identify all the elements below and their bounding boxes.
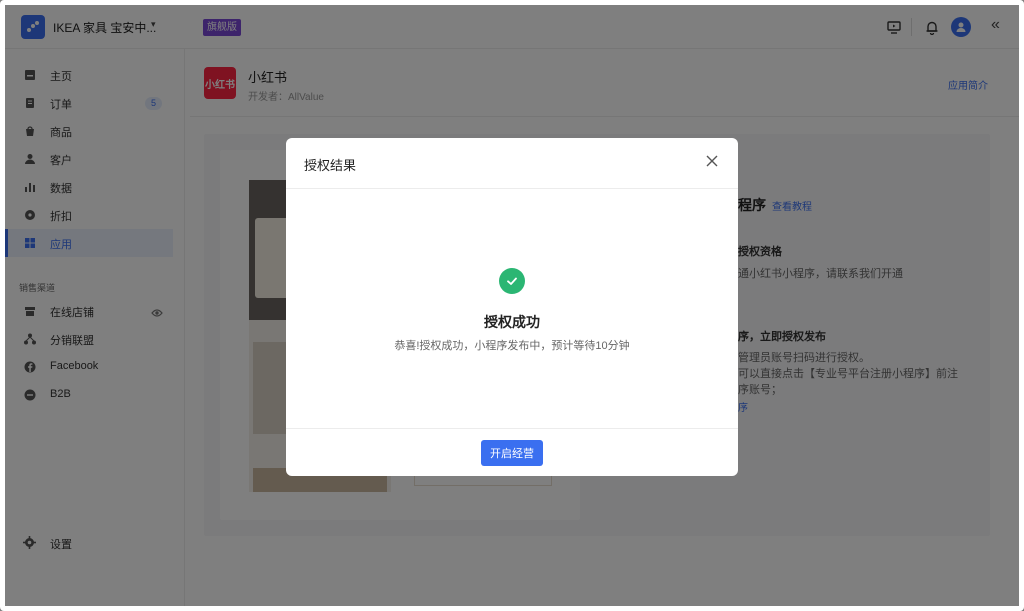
dialog-header-divider <box>286 188 738 189</box>
close-icon[interactable] <box>704 153 720 169</box>
success-title: 授权成功 <box>484 314 540 330</box>
dialog-title: 授权结果 <box>304 158 357 173</box>
success-check-icon <box>499 268 525 294</box>
start-business-button[interactable]: 开启经营 <box>481 440 543 466</box>
authorization-result-dialog: 授权结果 授权成功 恭喜!授权成功，小程序发布中，预计等待10分钟 开启经营 <box>286 138 738 476</box>
success-description: 恭喜!授权成功，小程序发布中，预计等待10分钟 <box>394 340 630 352</box>
dialog-footer-divider <box>286 428 738 429</box>
